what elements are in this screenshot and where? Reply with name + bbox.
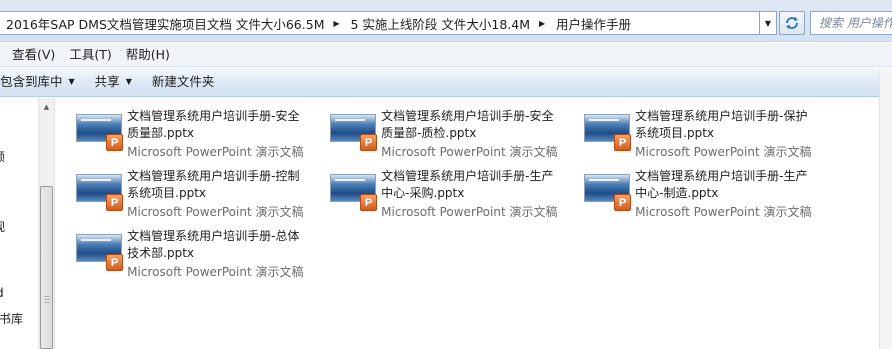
breadcrumb-project-docs[interactable]: 2016年SAP DMS文档管理实施项目文档 文件大小66.5M <box>0 14 328 33</box>
powerpoint-badge-icon: P <box>106 254 123 271</box>
menu-help[interactable]: 帮助(H) <box>119 44 177 66</box>
file-name: 文档管理系统用户培训手册-控制系统项目.pptx <box>127 169 300 200</box>
file-name: 文档管理系统用户培训手册-生产中心-制造.pptx <box>635 169 808 200</box>
new-folder-button[interactable]: 新建文件夹 <box>142 69 225 95</box>
breadcrumb-user-manuals[interactable]: 用户操作手册 <box>550 14 635 33</box>
share-button[interactable]: 共享 ▼ <box>85 69 142 95</box>
menu-bar: 查看(V) 工具(T) 帮助(H) <box>0 43 892 67</box>
powerpoint-badge-icon: P <box>614 194 631 211</box>
include-in-library-button[interactable]: 包含到库中 ▼ <box>0 69 85 95</box>
command-bar: 包含到库中 ▼ 共享 ▼ 新建文件夹 <box>0 68 892 97</box>
powerpoint-badge-icon: P <box>106 194 123 211</box>
navigation-pane: 频 视 d 书库 <box>0 98 38 349</box>
powerpoint-file-icon: P <box>330 114 377 158</box>
share-label: 共享 <box>94 74 120 89</box>
powerpoint-badge-icon: P <box>614 134 631 151</box>
powerpoint-badge-icon: P <box>360 194 377 211</box>
file-item[interactable]: P 文档管理系统用户培训手册-总体技术部.pptx Microsoft Powe… <box>56 218 306 279</box>
menu-view[interactable]: 查看(V) <box>5 44 62 66</box>
file-item[interactable]: P 文档管理系统用户培训手册-保护系统项目.pptx Microsoft Pow… <box>564 98 814 159</box>
file-item[interactable]: P 文档管理系统用户培训手册-控制系统项目.pptx Microsoft Pow… <box>56 158 306 219</box>
address-bar[interactable]: 2016年SAP DMS文档管理实施项目文档 文件大小66.5M ▶ 5 实施上… <box>0 11 760 35</box>
refresh-icon <box>786 17 798 29</box>
powerpoint-file-icon: P <box>584 114 631 158</box>
dropdown-arrow-icon: ▼ <box>125 77 132 86</box>
file-type: Microsoft PowerPoint 演示文稿 <box>635 205 812 219</box>
scroll-grip-icon: — — — <box>44 293 50 306</box>
content-scrollbar[interactable] <box>879 70 892 349</box>
powerpoint-file-icon: P <box>76 174 123 218</box>
scroll-up-arrow-icon[interactable]: ▲ <box>39 98 54 115</box>
file-type: Microsoft PowerPoint 演示文稿 <box>381 205 558 219</box>
nav-item-drive[interactable]: d <box>0 286 4 300</box>
nav-item-video-2[interactable]: 视 <box>0 218 5 235</box>
file-item[interactable]: P 文档管理系统用户培训手册-生产中心-制造.pptx Microsoft Po… <box>564 158 814 219</box>
powerpoint-file-icon: P <box>76 234 123 278</box>
file-item[interactable]: P 文档管理系统用户培训手册-安全质量部-质检.pptx Microsoft P… <box>310 98 560 159</box>
file-name: 文档管理系统用户培训手册-生产中心-采购.pptx <box>381 169 554 200</box>
file-name: 文档管理系统用户培训手册-保护系统项目.pptx <box>635 109 808 140</box>
file-item[interactable]: P 文档管理系统用户培训手册-生产中心-采购.pptx Microsoft Po… <box>310 158 560 219</box>
nav-pane-scrollbar[interactable]: ▲ — — — <box>38 98 55 349</box>
nav-item-library[interactable]: 书库 <box>0 310 23 327</box>
include-in-library-label: 包含到库中 <box>0 74 63 89</box>
new-folder-label: 新建文件夹 <box>151 74 215 89</box>
breadcrumb-go-live-phase[interactable]: 5 实施上线阶段 文件大小18.4M <box>344 14 534 33</box>
nav-pane-scroll-thumb[interactable]: — — — <box>40 186 53 349</box>
file-name: 文档管理系统用户培训手册-安全质量部-质检.pptx <box>381 109 554 140</box>
address-bar-row: 2016年SAP DMS文档管理实施项目文档 文件大小66.5M ▶ 5 实施上… <box>0 0 892 42</box>
file-name: 文档管理系统用户培训手册-安全质量部.pptx <box>127 109 300 140</box>
address-history-dropdown-icon[interactable]: ▼ <box>760 11 777 35</box>
search-input[interactable] <box>811 12 892 34</box>
powerpoint-file-icon: P <box>584 174 631 218</box>
refresh-button[interactable] <box>779 11 805 35</box>
powerpoint-file-icon: P <box>76 114 123 158</box>
breadcrumb-separator-icon[interactable]: ▶ <box>534 19 550 28</box>
menu-tools[interactable]: 工具(T) <box>62 44 118 66</box>
file-item[interactable]: P 文档管理系统用户培训手册-安全质量部.pptx Microsoft Powe… <box>56 98 306 159</box>
file-name: 文档管理系统用户培训手册-总体技术部.pptx <box>127 229 300 260</box>
dropdown-arrow-icon: ▼ <box>68 77 75 86</box>
breadcrumb-separator-icon[interactable]: ▶ <box>328 19 344 28</box>
file-list: P 文档管理系统用户培训手册-安全质量部.pptx Microsoft Powe… <box>56 98 878 349</box>
file-type: Microsoft PowerPoint 演示文稿 <box>127 265 304 279</box>
search-box[interactable] <box>810 11 892 35</box>
nav-item-videos[interactable]: 频 <box>0 148 5 165</box>
powerpoint-badge-icon: P <box>360 134 377 151</box>
powerpoint-file-icon: P <box>330 174 377 218</box>
powerpoint-badge-icon: P <box>106 134 123 151</box>
